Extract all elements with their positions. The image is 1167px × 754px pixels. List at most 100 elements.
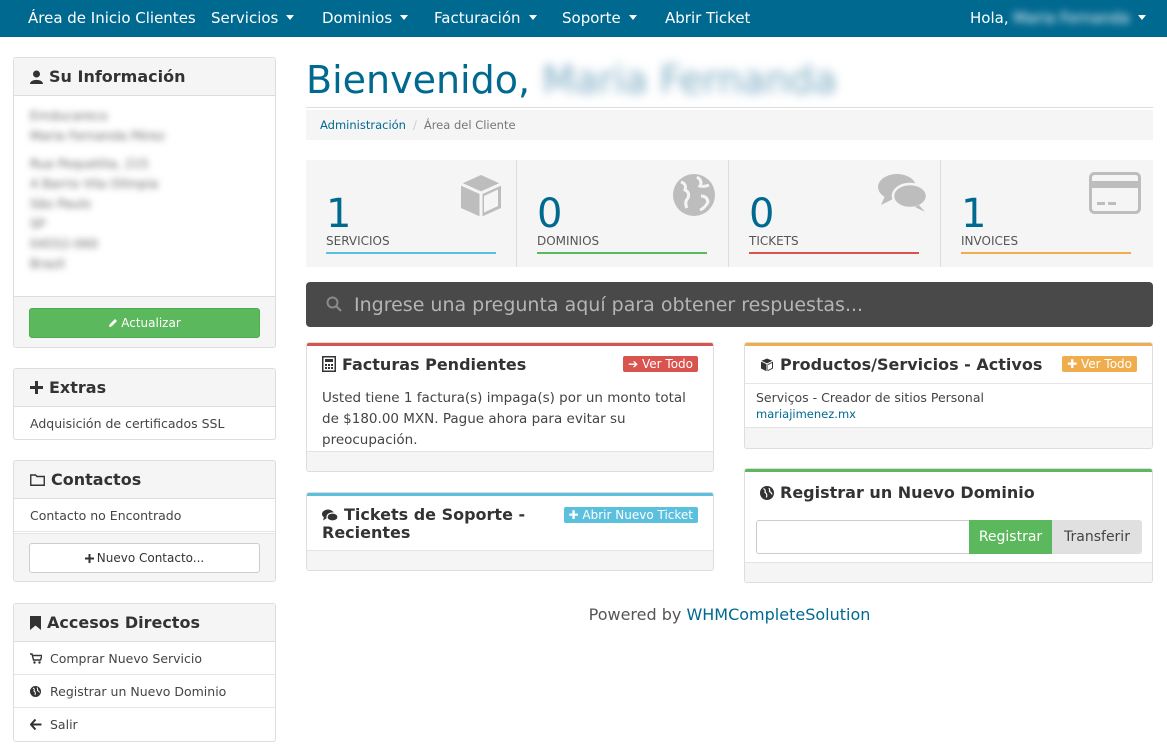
nav-domains-label: Dominios	[322, 9, 393, 27]
card-register-domain-title: Registrar un Nuevo Dominio	[780, 483, 1035, 502]
caret-down-icon	[400, 15, 409, 20]
panel-your-info-title: Su Información	[49, 67, 186, 86]
plus-icon	[84, 545, 94, 573]
nav-open-ticket-link[interactable]: Abrir Ticket	[665, 0, 750, 37]
stats-bar: 1 SERVICIOS 0 DOMINIOS 0 TICKETS 1 INVOI…	[306, 160, 1153, 267]
plus-icon	[30, 381, 43, 394]
powered-by-footer: Powered by WHMCompleteSolution	[306, 605, 1153, 624]
nav-billing-menu[interactable]: Facturación	[434, 0, 537, 37]
comments-icon	[322, 509, 338, 522]
title-divider	[306, 107, 1153, 108]
card-pending-invoices: Facturas Pendientes ➔ Ver Todo Usted tie…	[306, 342, 714, 472]
stat-underline	[537, 252, 707, 254]
breadcrumb-root-link[interactable]: Administración	[320, 118, 406, 132]
view-all-products-button[interactable]: ✚ Ver Todo	[1062, 356, 1137, 372]
view-all-label: Ver Todo	[642, 357, 693, 371]
register-domain-button[interactable]: Registrar	[969, 520, 1052, 554]
card-pending-invoices-header: Facturas Pendientes ➔ Ver Todo	[307, 346, 713, 374]
new-contact-button[interactable]: Nuevo Contacto...	[29, 543, 260, 573]
caret-down-icon	[286, 15, 295, 20]
card-recent-tickets-header: Tickets de Soporte - Recientes	[307, 496, 567, 542]
card-pending-invoices-title: Facturas Pendientes	[342, 355, 527, 374]
stat-value: 0	[537, 191, 563, 237]
breadcrumb-current: Área del Cliente	[423, 118, 516, 132]
caret-down-icon	[528, 15, 537, 20]
caret-down-icon	[1137, 15, 1146, 20]
shortcut-logout[interactable]: Salir	[14, 708, 275, 741]
stat-label: SERVICIOS	[326, 234, 390, 248]
stat-value: 1	[326, 191, 352, 237]
contacts-empty-text: Contacto no Encontrado	[14, 499, 275, 532]
address-line: Rua Pequetita, 215	[30, 156, 149, 171]
pencil-icon	[108, 310, 118, 338]
address-line: São Paulo	[30, 196, 91, 211]
kb-search-bar	[306, 282, 1153, 327]
stat-domains-tile[interactable]: 0 DOMINIOS	[517, 160, 729, 267]
shortcut-buy-service[interactable]: Comprar Nuevo Servicio	[14, 642, 275, 675]
nav-user-menu[interactable]: Hola, Maria Fernanda	[970, 0, 1146, 37]
nav-support-menu[interactable]: Soporte	[562, 0, 637, 37]
breadcrumb-separator: /	[412, 118, 417, 132]
breadcrumb: Administración / Área del Cliente	[306, 110, 1153, 140]
panel-shortcuts-header: Accesos Directos	[14, 604, 275, 642]
address-line: 04552-060	[30, 236, 99, 251]
update-info-button[interactable]: Actualizar	[29, 308, 260, 338]
open-new-ticket-button[interactable]: ✚ Abrir Nuevo Ticket	[563, 507, 698, 523]
card-active-products-header: Productos/Servicios - Activos ✚ Ver Todo	[745, 346, 1152, 374]
nav-billing-label: Facturación	[434, 9, 521, 27]
shortcut-register-domain[interactable]: Registrar un Nuevo Dominio	[14, 675, 275, 708]
user-address-block: Emducareco Maria Fernanda Pérez Rua Pequ…	[14, 96, 275, 296]
globe-icon	[671, 172, 717, 222]
stat-invoices-tile[interactable]: 1 INVOICES	[941, 160, 1153, 267]
powered-prefix: Powered by	[588, 605, 682, 624]
address-line: SP	[30, 216, 46, 231]
stat-services-tile[interactable]: 1 SERVICIOS	[306, 160, 517, 267]
card-active-products: Productos/Servicios - Activos ✚ Ver Todo…	[744, 342, 1153, 449]
card-register-domain-header: Registrar un Nuevo Dominio	[745, 472, 1152, 502]
card-footer	[307, 451, 713, 471]
stat-value: 1	[961, 191, 987, 237]
panel-contacts-footer: Nuevo Contacto...	[14, 533, 275, 581]
panel-your-info: Su Información Emducareco Maria Fernanda…	[13, 57, 276, 348]
plus-icon: ✚	[1067, 357, 1078, 371]
comments-icon	[877, 172, 929, 218]
shortcut-label: Comprar Nuevo Servicio	[50, 651, 203, 666]
new-contact-label: Nuevo Contacto...	[96, 551, 205, 565]
stat-value: 0	[749, 191, 775, 237]
product-list-item[interactable]: Serviços - Creador de sitios Personal ma…	[745, 383, 1152, 428]
nav-domains-menu[interactable]: Dominios	[322, 0, 409, 37]
cart-icon	[30, 643, 50, 676]
stat-tickets-tile[interactable]: 0 TICKETS	[729, 160, 941, 267]
card-footer	[745, 562, 1152, 582]
shortcut-label: Salir	[50, 717, 78, 732]
stat-underline	[326, 252, 496, 254]
top-navbar: Área de Inicio Clientes Servicios Domini…	[0, 0, 1167, 37]
bookmark-icon	[30, 615, 41, 630]
powered-by-link[interactable]: WHMCompleteSolution	[686, 605, 870, 624]
view-all-invoices-button[interactable]: ➔ Ver Todo	[623, 356, 698, 372]
calculator-icon	[322, 356, 336, 372]
card-recent-tickets: Tickets de Soporte - Recientes ✚ Abrir N…	[306, 492, 714, 571]
product-domain-link[interactable]: mariajimenez.mx	[756, 406, 1141, 423]
arrow-right-icon: ➔	[628, 357, 639, 371]
product-name: Serviços - Creador de sitios Personal	[756, 390, 984, 405]
welcome-user-name: Maria Fernanda	[542, 58, 837, 102]
card-recent-tickets-title: Tickets de Soporte - Recientes	[322, 505, 526, 542]
user-full-name: Maria Fernanda Pérez	[30, 128, 165, 143]
transfer-domain-button[interactable]: Transferir	[1052, 520, 1142, 554]
domain-search-input[interactable]	[756, 520, 969, 554]
panel-extras-title: Extras	[49, 378, 107, 397]
nav-home-link[interactable]: Área de Inicio Clientes	[28, 0, 196, 37]
extras-ssl-item[interactable]: Adquisición de certificados SSL	[14, 407, 275, 439]
globe-icon	[760, 486, 774, 500]
stat-underline	[961, 252, 1131, 254]
nav-services-menu[interactable]: Servicios	[211, 0, 295, 37]
panel-contacts-header: Contactos	[14, 461, 275, 499]
kb-search-input[interactable]	[354, 288, 1134, 321]
update-info-label: Actualizar	[121, 316, 181, 330]
user-company: Emducareco	[30, 108, 108, 123]
page-title: Bienvenido, Maria Fernanda	[306, 58, 837, 102]
welcome-text: Bienvenido,	[306, 58, 531, 102]
nav-greeting: Hola,	[970, 9, 1009, 27]
credit-card-icon	[1089, 172, 1141, 218]
